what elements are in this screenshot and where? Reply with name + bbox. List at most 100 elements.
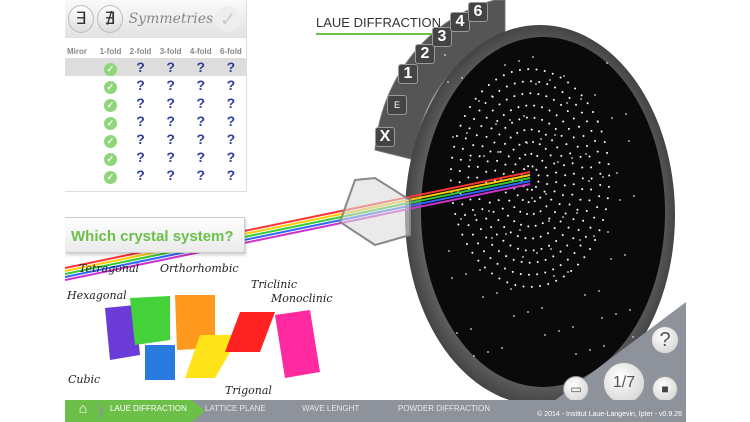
table-cell[interactable]: ? — [126, 130, 156, 148]
diffraction-spot — [552, 255, 555, 258]
table-row[interactable]: ✓???? — [65, 130, 246, 148]
unknown-mark: ? — [166, 113, 175, 129]
table-cell[interactable]: ✓ — [95, 112, 125, 130]
label-trigonal[interactable]: Trigonal — [225, 384, 272, 397]
diffraction-spot — [530, 188, 533, 191]
table-cell[interactable]: ? — [126, 112, 156, 130]
dial-x[interactable]: X — [375, 127, 395, 147]
table-cell[interactable]: ✓ — [95, 94, 125, 112]
table-row[interactable]: ✓???? — [65, 58, 246, 76]
table-cell[interactable]: ? — [186, 112, 216, 130]
diffraction-spot — [469, 159, 471, 161]
label-orthorhombic[interactable]: Orthorhombic — [160, 262, 239, 275]
table-cell[interactable]: ? — [155, 58, 186, 76]
diffraction-spot — [566, 258, 569, 261]
table-row[interactable]: ✓???? — [65, 76, 246, 94]
table-cell[interactable]: ✓ — [95, 58, 126, 76]
step-lattice-plane[interactable]: LATTICE PLANE — [205, 400, 266, 422]
diffraction-spot — [569, 152, 572, 155]
dial-6[interactable]: 6 — [468, 2, 488, 22]
label-cubic[interactable]: Cubic — [68, 373, 100, 386]
diffraction-spot — [524, 249, 527, 252]
table-cell[interactable]: ? — [126, 94, 156, 112]
diffraction-spot — [598, 195, 601, 198]
cube-icon[interactable]: ■ — [652, 376, 678, 402]
page-indicator[interactable]: 1/7 — [603, 362, 645, 404]
table-cell[interactable]: ✓ — [95, 148, 125, 166]
table-cell[interactable]: ? — [156, 166, 186, 184]
table-row[interactable]: ✓???? — [65, 166, 246, 184]
diffraction-spot — [559, 76, 562, 79]
step-wave-length[interactable]: WAVE LENGHT — [302, 400, 359, 422]
diffraction-spot — [505, 85, 508, 88]
diffraction-spot — [594, 139, 597, 142]
table-cell[interactable]: ✓ — [95, 130, 125, 148]
diffraction-spot — [492, 96, 494, 98]
table-cell[interactable]: ? — [186, 148, 216, 166]
diffraction-spot — [588, 155, 591, 158]
table-cell[interactable]: ? — [186, 76, 216, 94]
table-cell[interactable]: ? — [216, 76, 246, 94]
table-cell[interactable]: ? — [185, 58, 216, 76]
table-cell[interactable]: ? — [216, 112, 246, 130]
table-cell[interactable]: ? — [125, 58, 156, 76]
table-cell[interactable]: ? — [126, 148, 156, 166]
diffraction-spot — [533, 104, 536, 107]
dial-3[interactable]: 3 — [432, 27, 452, 47]
diffraction-spot — [576, 145, 579, 148]
table-cell[interactable]: ? — [216, 130, 246, 148]
table-cell[interactable]: ? — [156, 112, 186, 130]
not-exists-button[interactable]: ∄ — [96, 5, 123, 33]
table-cell[interactable]: ✓ — [95, 76, 125, 94]
diffraction-spot — [465, 273, 467, 275]
table-cell[interactable]: ? — [156, 76, 186, 94]
table-cell[interactable] — [65, 166, 95, 184]
label-monoclinic[interactable]: Monoclinic — [271, 292, 333, 305]
table-cell[interactable]: ? — [156, 130, 186, 148]
table-cell[interactable]: ? — [126, 166, 156, 184]
step-laue-diffraction[interactable]: LAUE DIFFRACTION — [110, 400, 187, 422]
table-cell[interactable]: ? — [186, 130, 216, 148]
dial-2[interactable]: 2 — [415, 44, 435, 64]
exists-button[interactable]: ∃ — [68, 5, 94, 33]
table-cell[interactable]: ✓ — [95, 166, 125, 184]
table-cell[interactable]: ? — [156, 148, 186, 166]
diffraction-spot — [538, 81, 541, 84]
table-cell[interactable]: ? — [216, 166, 246, 184]
help-button[interactable]: ? — [651, 326, 679, 354]
table-cell[interactable] — [65, 76, 95, 94]
step-powder-diffraction[interactable]: POWDER DIFFRACTION — [398, 400, 490, 422]
diffraction-spot — [546, 174, 549, 177]
table-cell[interactable] — [65, 112, 95, 130]
table-cell[interactable] — [65, 130, 95, 148]
confirm-button[interactable]: ✓ — [216, 6, 240, 32]
diffraction-spot — [594, 94, 596, 96]
table-cell[interactable]: ? — [126, 76, 156, 94]
table-cell[interactable]: ? — [186, 166, 216, 184]
table-cell[interactable]: ? — [216, 94, 246, 112]
table-cell[interactable] — [65, 94, 95, 112]
diffraction-spot — [586, 145, 589, 148]
diffraction-spot — [464, 137, 467, 140]
label-hexagonal[interactable]: Hexagonal — [67, 289, 127, 302]
home-button[interactable]: ⌂ — [65, 400, 101, 422]
table-cell[interactable]: ? — [215, 58, 246, 76]
diffraction-spot — [482, 296, 484, 298]
book-icon[interactable]: ▭ — [563, 376, 589, 402]
table-cell[interactable]: ? — [156, 94, 186, 112]
table-cell[interactable]: ? — [186, 94, 216, 112]
table-cell[interactable]: ? — [216, 148, 246, 166]
label-triclinic[interactable]: Triclinic — [251, 278, 297, 291]
table-row[interactable]: ✓???? — [65, 94, 246, 112]
dial-e[interactable]: E — [387, 95, 407, 115]
label-tetragonal[interactable]: Tetragonal — [79, 262, 139, 275]
unknown-mark: ? — [196, 95, 206, 111]
table-cell[interactable] — [65, 148, 95, 166]
dial-4[interactable]: 4 — [450, 12, 470, 32]
table-cell[interactable] — [65, 58, 96, 76]
diffraction-spot — [588, 199, 591, 202]
diffraction-spot — [467, 176, 470, 179]
dial-1[interactable]: 1 — [398, 64, 418, 84]
table-row[interactable]: ✓???? — [65, 112, 246, 130]
table-row[interactable]: ✓???? — [65, 148, 246, 166]
